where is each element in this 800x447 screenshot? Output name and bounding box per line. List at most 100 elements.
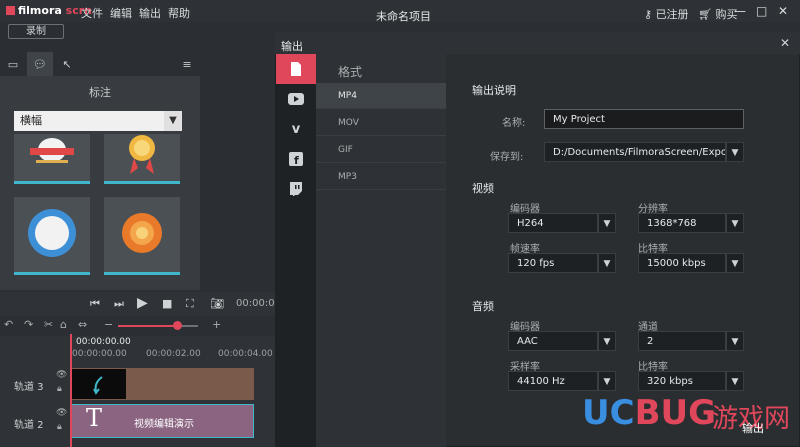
fullscreen-icon[interactable]: ⛶ (186, 297, 194, 311)
bitrate-chevron-icon[interactable]: ▼ (726, 253, 744, 273)
track-3-label: 轨道 3 (14, 382, 44, 393)
record-button[interactable]: 录制 (8, 24, 64, 39)
maximize-button[interactable]: □ (756, 4, 767, 18)
encoder-chevron-icon[interactable]: ▼ (598, 213, 616, 233)
format-heading: 格式 (338, 65, 363, 79)
channel-chevron-icon[interactable]: ▼ (726, 331, 744, 351)
ruler-tick-0: 00:00:00.00 (72, 349, 127, 359)
banner-thumb-3[interactable] (14, 197, 90, 275)
eye-icon[interactable]: 👁︎ (56, 408, 67, 418)
save-to-label: 保存到: (490, 152, 524, 163)
buy-link[interactable]: 🛒︎ 购买 (698, 6, 737, 22)
zoom-out-icon[interactable]: − (104, 318, 113, 331)
save-path-field[interactable]: D:/Documents/FilmoraScreen/Expor (544, 142, 726, 162)
menu-help[interactable]: 帮助 (168, 5, 190, 21)
resolution-chevron-icon[interactable]: ▼ (726, 213, 744, 233)
minimize-button[interactable]: — (734, 4, 746, 18)
framerate-chevron-icon[interactable]: ▼ (598, 253, 616, 273)
annotation-tab[interactable]: 💬︎ (27, 52, 53, 76)
dialog-header (275, 32, 800, 54)
key-icon: ⚷ (644, 8, 653, 21)
name-field[interactable]: My Project (544, 109, 744, 129)
marker-icon[interactable]: ⌂ (60, 318, 67, 331)
samplerate-chevron-icon[interactable]: ▼ (598, 371, 616, 391)
annotation-icon: 💬︎ (33, 57, 47, 71)
save-path-chevron-icon[interactable]: ▼ (726, 142, 744, 162)
menu-export[interactable]: 输出 (139, 5, 161, 21)
zoom-slider-knob[interactable] (173, 321, 182, 330)
menu-edit[interactable]: 编辑 (110, 5, 132, 21)
banner-thumb-4[interactable] (104, 197, 180, 275)
fit-icon[interactable]: ⇔ (78, 318, 87, 331)
prev-frame-icon[interactable]: ⏮ (90, 297, 100, 311)
window-title: 未命名项目 (376, 10, 431, 23)
dialog-title: 输出 (281, 40, 303, 53)
audio-bitrate-chevron-icon[interactable]: ▼ (726, 371, 744, 391)
resolution-select[interactable]: 1368*768 (638, 213, 726, 233)
stop-icon[interactable]: ■ (162, 297, 172, 310)
next-frame-icon[interactable]: ⏭ (114, 297, 124, 311)
lock-icon[interactable]: 🔒︎ (57, 422, 62, 432)
panel-heading: 标注 (89, 86, 111, 99)
text-clip-glyph: T (86, 404, 103, 432)
samplerate-select[interactable]: 44100 Hz (508, 371, 598, 391)
twitch-icon[interactable] (276, 174, 316, 204)
format-mov[interactable]: MOV (316, 110, 446, 136)
format-gif[interactable]: GIF (316, 137, 446, 163)
channel-select[interactable]: 2 (638, 331, 726, 351)
cursor-icon: ↖ (62, 57, 72, 71)
ruler-tick-2: 00:00:04.00 (218, 349, 273, 359)
logo-main: filmora (18, 4, 62, 17)
panel-menu[interactable]: ≡ (174, 52, 200, 76)
audio-section-title: 音频 (472, 300, 494, 313)
file-icon[interactable] (276, 54, 316, 84)
cursor-tab[interactable]: ↖ (54, 52, 80, 76)
cart-icon: 🛒︎ (698, 8, 712, 21)
camera-icon[interactable]: 📷︎ (210, 297, 224, 310)
ruler-tick-1: 00:00:02.00 (146, 349, 201, 359)
timeline-current-time: 00:00:00.00 (76, 337, 131, 347)
text-clip-label: 视频编辑演示 (134, 419, 194, 430)
name-label: 名称: (502, 118, 526, 129)
cut-icon[interactable]: ✂ (44, 318, 53, 331)
undo-icon[interactable]: ↶ (4, 318, 13, 331)
watermark-uc: UC (582, 393, 635, 433)
track-3-thumbnail (72, 369, 126, 399)
eye-icon[interactable]: 👁︎ (56, 370, 67, 380)
chevron-down-icon: ▼ (164, 111, 182, 131)
redo-icon[interactable]: ↷ (24, 318, 33, 331)
format-mp4[interactable]: MP4 (316, 83, 446, 109)
framerate-select[interactable]: 120 fps (508, 253, 598, 273)
play-icon[interactable]: ▶ (137, 295, 148, 311)
facebook-icon[interactable]: f (276, 144, 316, 174)
media-icon: ▭ (7, 57, 19, 71)
output-section-title: 输出说明 (472, 84, 516, 97)
audio-encoder-chevron-icon[interactable]: ▼ (598, 331, 616, 351)
export-button[interactable]: 输出 (742, 420, 764, 436)
style-selected: 横幅 (20, 114, 42, 127)
encoder-select[interactable]: H264 (508, 213, 598, 233)
svg-text:f: f (294, 154, 299, 166)
youtube-icon[interactable] (276, 84, 316, 114)
registered-link[interactable]: ⚷ 已注册 (644, 6, 689, 22)
playhead[interactable] (70, 334, 72, 447)
audio-bitrate-select[interactable]: 320 kbps (638, 371, 726, 391)
close-window-button[interactable]: ✕ (778, 4, 788, 18)
banner-thumb-2[interactable] (104, 134, 180, 184)
lock-icon[interactable]: 🔒︎ (57, 384, 62, 394)
watermark: UCBUG (582, 393, 716, 433)
zoom-in-icon[interactable]: + (212, 318, 221, 331)
style-dropdown[interactable]: 横幅 ▼ (14, 111, 182, 131)
banner-thumb-1[interactable] (14, 134, 90, 184)
media-tab[interactable]: ▭ (0, 52, 26, 76)
zoom-slider-fill (118, 325, 176, 327)
audio-encoder-select[interactable]: AAC (508, 331, 598, 351)
menu-file[interactable]: 文件 (81, 5, 103, 21)
dialog-close-button[interactable]: ✕ (780, 36, 790, 50)
bitrate-select[interactable]: 15000 kbps (638, 253, 726, 273)
format-mp3[interactable]: MP3 (316, 164, 446, 190)
watermark-bug: BUG (634, 393, 716, 433)
hamburger-icon: ≡ (182, 57, 192, 71)
vimeo-icon[interactable]: v (276, 114, 316, 144)
registered-label: 已注册 (655, 8, 689, 21)
